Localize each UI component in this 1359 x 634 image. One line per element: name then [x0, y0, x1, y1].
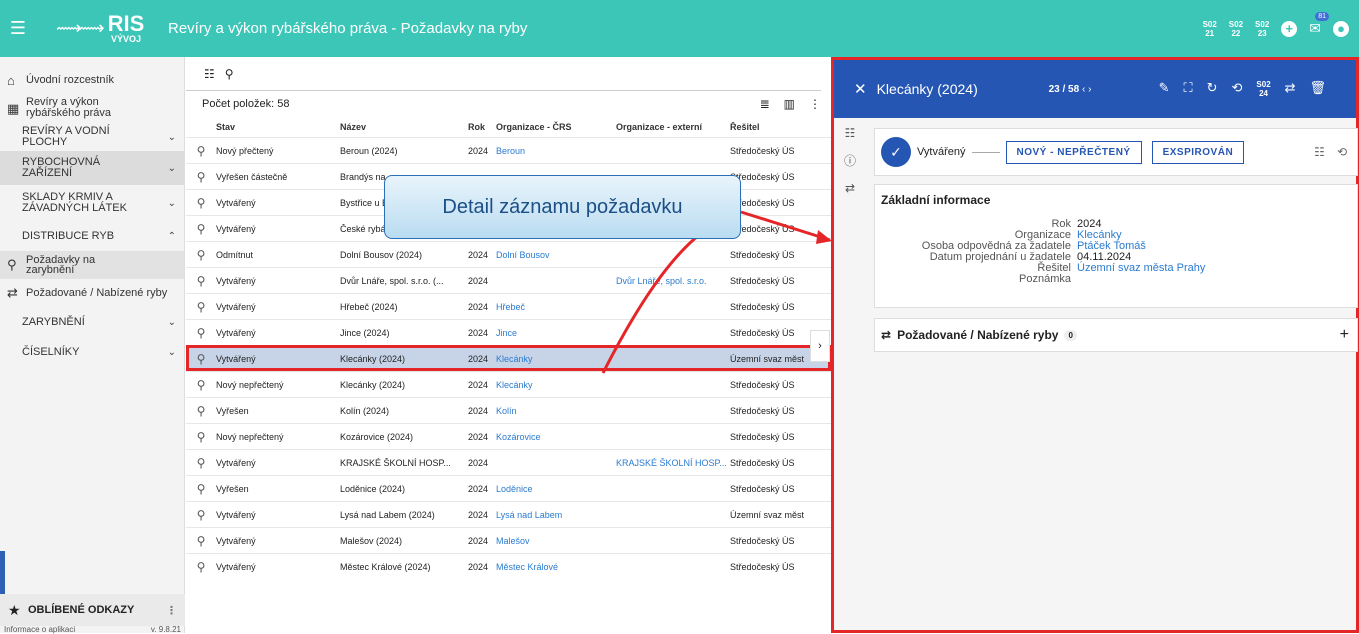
annotation-callout: Detail záznamu požadavku [384, 175, 741, 239]
annotation-arrows [601, 210, 832, 374]
